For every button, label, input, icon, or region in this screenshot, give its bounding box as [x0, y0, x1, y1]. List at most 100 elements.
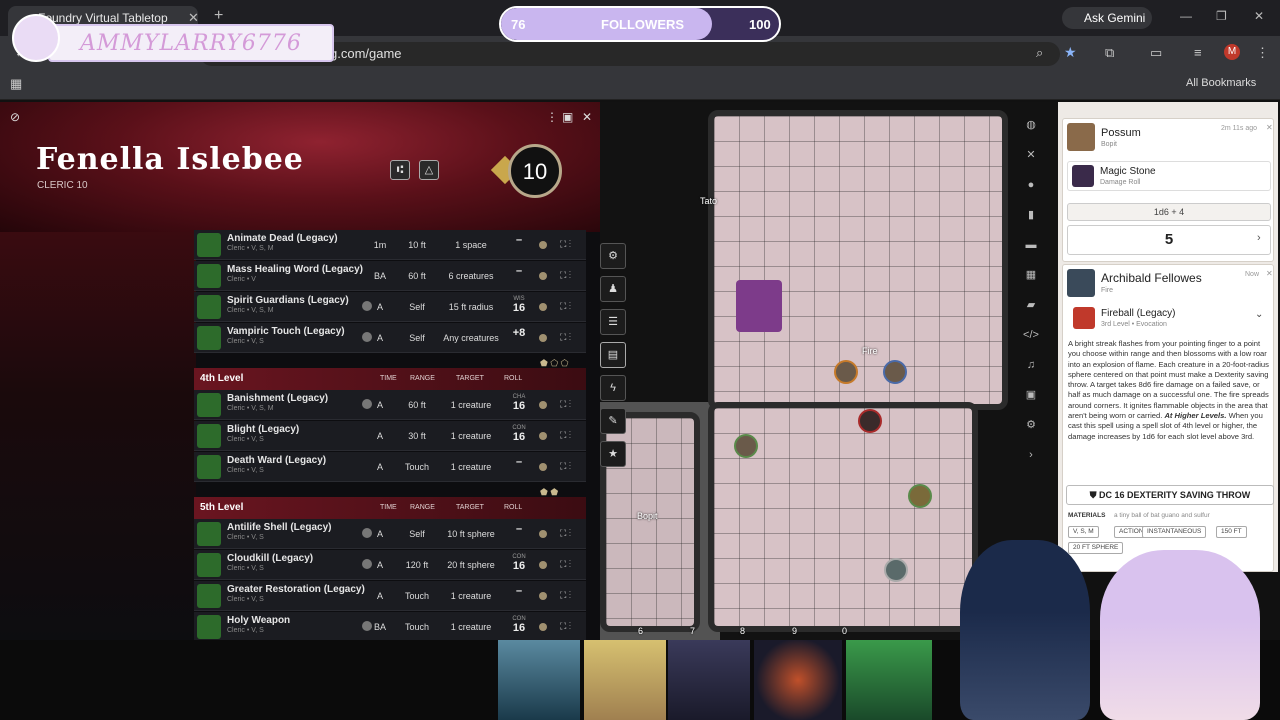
spell-row[interactable]: Greater Restoration (Legacy) Cleric • V, …: [194, 581, 586, 611]
long-rest-icon[interactable]: △: [419, 160, 439, 180]
spell-context-menu-icon[interactable]: ⛶ ⋮: [560, 621, 571, 632]
spell-row[interactable]: Death Ward (Legacy) Cleric • V, S A Touch 1 …: [194, 452, 586, 482]
menu-icon[interactable]: ⋮: [1256, 45, 1269, 61]
spell-row[interactable]: Spirit Guardians (Legacy) Cleric • V, S, …: [194, 292, 586, 322]
extensions-icon[interactable]: ⧉: [1105, 45, 1114, 61]
sheet-menu-icon[interactable]: ⋮: [546, 110, 558, 124]
spell-row[interactable]: Banishment (Legacy) Cleric • V, S, M A 60 f…: [194, 390, 586, 420]
spell-name[interactable]: Antilife Shell (Legacy): [227, 522, 331, 533]
token[interactable]: [834, 360, 858, 384]
spell-row[interactable]: Holy Weapon Cleric • V, S BA Touch 1 creatur…: [194, 612, 586, 640]
collapse-arrow-icon[interactable]: ›: [1020, 444, 1042, 466]
spell-context-menu-icon[interactable]: ⛶ ⋮: [560, 461, 571, 472]
spell-roll[interactable]: +8: [504, 327, 534, 339]
spell-name[interactable]: Mass Healing Word (Legacy): [227, 264, 363, 275]
token-fire[interactable]: [883, 360, 907, 384]
spell-row[interactable]: Mass Healing Word (Legacy) Cleric • V BA 60…: [194, 261, 586, 291]
spell-name[interactable]: Death Ward (Legacy): [227, 455, 326, 466]
roll-formula[interactable]: 1d6 + 4: [1067, 203, 1271, 221]
close-sheet-icon[interactable]: ✕: [582, 110, 592, 124]
chevron-down-icon[interactable]: ⌄: [1255, 309, 1263, 320]
spell-context-menu-icon[interactable]: ⛶ ⋮: [560, 430, 571, 441]
spell-uses-icon[interactable]: [539, 303, 547, 311]
macro-code-icon[interactable]: </>: [1020, 324, 1042, 346]
delete-message-icon[interactable]: ✕: [1266, 269, 1273, 278]
spell-roll[interactable]: –: [504, 234, 534, 246]
combat-swords-icon[interactable]: ✕: [1020, 144, 1042, 166]
token[interactable]: [734, 434, 758, 458]
close-window-icon[interactable]: ✕: [1254, 9, 1264, 23]
minimize-icon[interactable]: —: [1180, 9, 1192, 23]
token[interactable]: [884, 558, 908, 582]
actors-icon[interactable]: ●: [1020, 174, 1042, 196]
token[interactable]: [908, 484, 932, 508]
spell-uses-icon[interactable]: [539, 334, 547, 342]
settings-icon[interactable]: ⚙: [1020, 414, 1042, 436]
spell-context-menu-icon[interactable]: ⛶ ⋮: [560, 301, 571, 312]
compendium-icon[interactable]: ▣: [1020, 384, 1042, 406]
spell-name[interactable]: Blight (Legacy): [227, 424, 299, 435]
maximize-icon[interactable]: ❐: [1216, 9, 1227, 23]
spell-uses-icon[interactable]: [539, 561, 547, 569]
roll-total[interactable]: 5: [1067, 225, 1271, 255]
spell-uses-icon[interactable]: [539, 432, 547, 440]
spell-name[interactable]: Animate Dead (Legacy): [227, 233, 338, 244]
ask-gemini-button[interactable]: Ask Gemini: [1062, 7, 1152, 29]
spell-row[interactable]: Animate Dead (Legacy) Cleric • V, S, M 1m 1…: [194, 230, 586, 260]
spell-uses-icon[interactable]: [539, 592, 547, 600]
apps-grid-icon[interactable]: ▦: [10, 76, 22, 92]
spell-context-menu-icon[interactable]: ⛶ ⋮: [560, 239, 571, 250]
spell-roll[interactable]: CON 16: [504, 616, 534, 634]
spell-context-menu-icon[interactable]: ⛶ ⋮: [560, 528, 571, 539]
saving-throw-button[interactable]: ⛊ DC 16 DEXTERITY SAVING THROW: [1066, 485, 1274, 505]
spell-uses-icon[interactable]: [539, 623, 547, 631]
spell-roll[interactable]: CHA 16: [504, 394, 534, 412]
spell-row[interactable]: Vampiric Touch (Legacy) Cleric • V, S A Sel…: [194, 323, 586, 353]
spell-row[interactable]: Blight (Legacy) Cleric • V, S A 30 ft 1 crea…: [194, 421, 586, 451]
spell-name[interactable]: Cloudkill (Legacy): [227, 553, 313, 564]
journal-icon[interactable]: ▤: [600, 342, 626, 368]
cast-icon[interactable]: ▭: [1150, 45, 1162, 61]
token-tool-icon[interactable]: ♟: [600, 276, 626, 302]
spell-uses-icon[interactable]: [539, 401, 547, 409]
spell-roll[interactable]: CON 16: [504, 554, 534, 572]
chat-bubble-icon[interactable]: ◍: [1020, 114, 1042, 136]
spell-name[interactable]: Spirit Guardians (Legacy): [227, 295, 349, 306]
brush-icon[interactable]: ✎: [600, 408, 626, 434]
bookmark-star-icon[interactable]: ★: [1064, 44, 1077, 61]
spell-row[interactable]: Antilife Shell (Legacy) Cleric • V, S A Sel…: [194, 519, 586, 549]
list-icon[interactable]: ☰: [600, 309, 626, 335]
spell-uses-icon[interactable]: [539, 272, 547, 280]
spell-roll[interactable]: WIS 16: [504, 296, 534, 314]
lightning-icon[interactable]: ϟ: [600, 375, 626, 401]
spell-roll[interactable]: –: [504, 265, 534, 277]
spell-context-menu-icon[interactable]: ⛶ ⋮: [560, 559, 571, 570]
all-bookmarks-link[interactable]: All Bookmarks: [1186, 77, 1256, 89]
items-icon[interactable]: ▮: [1020, 204, 1042, 226]
expand-roll-icon[interactable]: ›: [1257, 232, 1261, 244]
sheet-options-icon[interactable]: ▣: [562, 110, 573, 124]
spell-uses-icon[interactable]: [539, 530, 547, 538]
spell-context-menu-icon[interactable]: ⛶ ⋮: [560, 399, 571, 410]
tables-icon[interactable]: ▦: [1020, 264, 1042, 286]
rest-icon[interactable]: ⑆: [390, 160, 410, 180]
delete-message-icon[interactable]: ✕: [1266, 123, 1273, 132]
spell-uses-icon[interactable]: [539, 241, 547, 249]
spell-name[interactable]: Greater Restoration (Legacy): [227, 584, 365, 595]
spell-roll[interactable]: –: [504, 585, 534, 597]
settings-gear-icon[interactable]: ⚙: [600, 243, 626, 269]
new-tab-icon[interactable]: +: [214, 7, 223, 25]
spell-roll[interactable]: CON 16: [504, 425, 534, 443]
profile-avatar[interactable]: M: [1224, 44, 1240, 60]
cards-icon[interactable]: ▰: [1020, 294, 1042, 316]
spell-name[interactable]: Banishment (Legacy): [227, 393, 328, 404]
spell-roll[interactable]: –: [504, 523, 534, 535]
spell-roll[interactable]: –: [504, 456, 534, 468]
zoom-icon[interactable]: ⌕: [1036, 45, 1043, 61]
spell-uses-icon[interactable]: [539, 463, 547, 471]
spell-card-header[interactable]: Fireball (Legacy) 3rd Level • Evocation …: [1069, 303, 1269, 337]
compass-icon[interactable]: ⊘: [10, 110, 20, 124]
music-icon[interactable]: ♫: [1020, 354, 1042, 376]
spell-row[interactable]: Cloudkill (Legacy) Cleric • V, S A 120 ft 20…: [194, 550, 586, 580]
spell-context-menu-icon[interactable]: ⛶ ⋮: [560, 332, 571, 343]
